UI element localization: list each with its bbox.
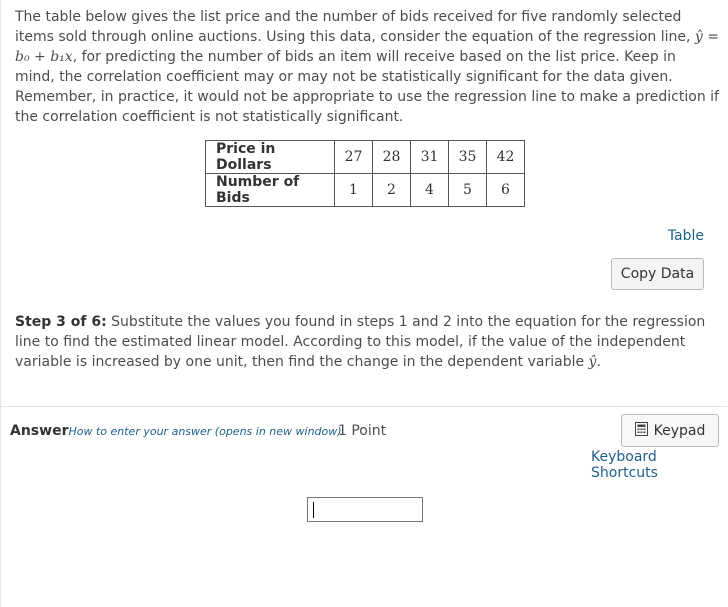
- question-text: The table below gives the list price and…: [15, 7, 720, 127]
- table-cell: 2: [372, 173, 411, 207]
- keypad-button[interactable]: Keypad: [621, 414, 719, 447]
- table-cell: 42: [486, 140, 525, 174]
- row-header: Price in Dollars: [205, 140, 335, 174]
- table-cell: 27: [334, 140, 373, 174]
- table-cell: 31: [410, 140, 449, 174]
- question-part1: The table below gives the list price and…: [15, 9, 695, 45]
- table-cell: 1: [334, 173, 373, 207]
- points-label: 1 Point: [338, 423, 387, 439]
- table-row: Number of Bids 1 2 4 5 6: [205, 173, 525, 207]
- table-cell: 28: [372, 140, 411, 174]
- divider: [0, 406, 727, 407]
- table-row: Price in Dollars 27 28 31 35 42: [205, 140, 525, 174]
- text-caret: [313, 502, 314, 518]
- table-link[interactable]: Table: [668, 228, 704, 244]
- answer-input[interactable]: [307, 497, 423, 522]
- table-cell: 6: [486, 173, 525, 207]
- keypad-label: Keypad: [653, 422, 706, 439]
- table-cell: 5: [448, 173, 487, 207]
- step-end: .: [596, 354, 601, 370]
- table-cell: 4: [410, 173, 449, 207]
- table-cell: 35: [448, 140, 487, 174]
- data-table: Price in Dollars 27 28 31 35 42 Number o…: [205, 140, 525, 207]
- keyboard-shortcuts-link[interactable]: Keyboard Shortcuts: [591, 449, 728, 481]
- step-text: Step 3 of 6: Substitute the values you f…: [15, 312, 715, 372]
- answer-label: Answer: [10, 423, 69, 439]
- answer-header: AnswerHow to enter your answer (opens in…: [10, 423, 342, 439]
- step-label: Step 3 of 6:: [15, 314, 107, 330]
- row-header: Number of Bids: [205, 173, 335, 207]
- step-body: Substitute the values you found in steps…: [15, 314, 706, 370]
- how-to-enter-link[interactable]: How to enter your answer (opens in new w…: [68, 425, 341, 438]
- question-part2: , for predicting the number of bids an i…: [15, 49, 719, 125]
- calculator-icon: [634, 421, 648, 440]
- copy-data-button[interactable]: Copy Data: [611, 258, 704, 290]
